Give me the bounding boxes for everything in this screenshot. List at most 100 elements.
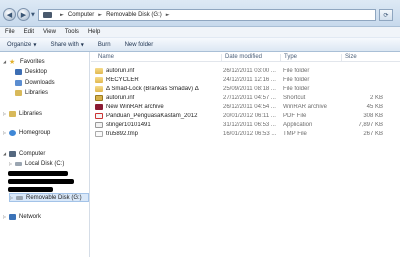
nav-local-disk[interactable]: ▷ Local Disk (C:) <box>9 159 64 168</box>
file-name: stinger10101491 <box>106 122 151 128</box>
organize-button[interactable]: Organize ▼ <box>7 42 36 48</box>
chevron-down-icon: ▼ <box>80 41 84 47</box>
file-name-cell: stinger10101491 <box>95 122 223 128</box>
file-date: 25/09/2011 08:18 ... <box>223 86 276 92</box>
nav-downloads-label: Downloads <box>25 79 55 86</box>
file-name-cell: autorun.inf <box>95 68 223 74</box>
redacted-drive-entry <box>8 179 74 184</box>
file-row[interactable]: tru5892.tmp 16/01/2012 06:53 ... TMP Fil… <box>91 130 400 139</box>
file-size: 308 KB <box>363 113 383 119</box>
nav-homegroup[interactable]: ▷ Homegroup <box>3 128 50 137</box>
file-row[interactable]: autorun.inf 26/12/2011 03:00 ... File fo… <box>91 67 400 76</box>
redacted-drive-entry <box>8 171 68 176</box>
nav-homegroup-label: Homegroup <box>19 129 51 136</box>
file-name-cell: New WinRAR archive <box>95 104 223 110</box>
tmp-file-icon <box>95 131 103 137</box>
nav-libraries-favorite-label: Libraries <box>25 89 49 96</box>
pdf-file-icon <box>95 113 103 119</box>
command-bar: Organize ▼ Share with ▼ Burn New folder <box>0 37 400 52</box>
nav-favorites-label: Favorites <box>20 58 45 65</box>
breadcrumb-computer[interactable]: Computer <box>68 12 94 18</box>
menu-file[interactable]: File <box>5 29 15 35</box>
share-with-button[interactable]: Share with ▼ <box>50 42 83 48</box>
file-date: 26/12/2011 04:54 ... <box>223 104 276 110</box>
chevron-right-icon[interactable]: ► <box>60 12 64 18</box>
computer-icon <box>9 150 16 157</box>
menu-edit[interactable]: Edit <box>24 29 34 35</box>
file-type: File folder <box>283 86 310 92</box>
chevron-down-icon: ▼ <box>33 41 37 47</box>
file-name: New WinRAR archive <box>106 104 164 110</box>
file-list: Name Date modified Type Size autorun.inf… <box>91 52 400 257</box>
hard-drive-icon <box>15 161 22 166</box>
forward-button[interactable]: ▶ <box>17 8 30 21</box>
file-date: 26/12/2011 03:00 ... <box>223 68 276 74</box>
column-header-size[interactable]: Size <box>341 54 357 62</box>
address-bar-region: ◀ ▶ ▼ ► Computer ► Removable Disk (G:) ►… <box>0 0 400 27</box>
recent-pages-dropdown[interactable]: ▼ <box>31 12 35 18</box>
homegroup-icon <box>9 129 16 136</box>
column-header-row: Name Date modified Type Size <box>91 52 400 62</box>
application-icon <box>95 122 103 128</box>
address-bar[interactable]: ► Computer ► Removable Disk (G:) ► <box>38 9 376 21</box>
refresh-button[interactable]: ⟳ <box>379 9 393 21</box>
column-header-name[interactable]: Name <box>95 54 114 62</box>
file-name: autorun.inf <box>106 95 135 101</box>
menu-bar: File Edit View Tools Help <box>0 27 400 37</box>
column-header-date[interactable]: Date modified <box>221 54 262 62</box>
file-size: 2 KB <box>369 95 383 101</box>
burn-button[interactable]: Burn <box>98 42 111 48</box>
star-icon: ★ <box>9 57 16 66</box>
nav-network[interactable]: ▷ Network <box>3 212 41 221</box>
nav-desktop[interactable]: Desktop <box>15 67 47 76</box>
file-type: Application <box>283 122 313 128</box>
chevron-right-icon[interactable]: ► <box>166 12 170 18</box>
nav-libraries[interactable]: ▷ Libraries <box>3 109 42 118</box>
libraries-icon <box>15 89 22 96</box>
file-name-cell: autorun.inf <box>95 95 223 101</box>
file-row[interactable]: autorun.inf 27/12/2011 04:57 ... Shortcu… <box>91 94 400 103</box>
file-name: RECYCLER <box>106 77 139 83</box>
refresh-icon: ⟳ <box>383 11 389 19</box>
nav-removable-disk[interactable]: ▷ Removable Disk (G:) <box>9 193 89 202</box>
file-type: WinRAR archive <box>283 104 328 110</box>
winrar-archive-icon <box>95 104 103 110</box>
file-row[interactable]: stinger10101491 31/12/2011 06:53 ... App… <box>91 121 400 130</box>
nav-local-disk-label: Local Disk (C:) <box>25 160 65 167</box>
menu-help[interactable]: Help <box>88 29 100 35</box>
shortcut-icon <box>95 95 103 101</box>
breadcrumb-removable-disk[interactable]: Removable Disk (G:) <box>106 12 162 18</box>
file-row[interactable]: New WinRAR archive 26/12/2011 04:54 ... … <box>91 103 400 112</box>
chevron-right-icon[interactable]: ► <box>98 12 102 18</box>
share-with-label: Share with <box>50 41 79 48</box>
folder-icon <box>95 77 103 83</box>
nav-favorites[interactable]: ◢ ★ Favorites <box>3 57 45 66</box>
file-size: 267 KB <box>363 131 383 137</box>
navigation-pane: ◢ ★ Favorites Desktop Downloads Librarie… <box>0 52 90 257</box>
file-row[interactable]: Δ Smad-Lock (Brankas Smadav) Δ 25/09/201… <box>91 85 400 94</box>
nav-desktop-label: Desktop <box>25 68 48 75</box>
file-row[interactable]: Panduan_PenguasaKastam_2012 20/01/2012 0… <box>91 112 400 121</box>
file-row[interactable]: RECYCLER 24/12/2011 12:16 ... File folde… <box>91 76 400 85</box>
menu-view[interactable]: View <box>43 29 56 35</box>
file-type: File folder <box>283 68 310 74</box>
arrow-left-icon: ◀ <box>6 10 13 19</box>
column-header-type[interactable]: Type <box>280 54 297 62</box>
nav-libraries-favorite[interactable]: Libraries <box>15 88 48 97</box>
nav-downloads[interactable]: Downloads <box>15 78 55 87</box>
arrow-right-icon: ▶ <box>20 10 27 19</box>
file-size: 45 KB <box>366 104 383 110</box>
computer-icon <box>43 12 52 18</box>
file-name-cell: Panduan_PenguasaKastam_2012 <box>95 113 223 119</box>
file-name-cell: tru5892.tmp <box>95 131 223 137</box>
back-button[interactable]: ◀ <box>3 8 16 21</box>
file-type: TMP File <box>283 131 307 137</box>
new-folder-button[interactable]: New folder <box>125 42 154 48</box>
file-name: autorun.inf <box>106 68 135 74</box>
file-name-cell: RECYCLER <box>95 77 223 83</box>
nav-network-label: Network <box>19 213 42 220</box>
nav-computer[interactable]: ◢ Computer <box>3 149 45 158</box>
menu-tools[interactable]: Tools <box>65 29 79 35</box>
downloads-icon <box>15 79 22 86</box>
file-type: File folder <box>283 77 310 83</box>
